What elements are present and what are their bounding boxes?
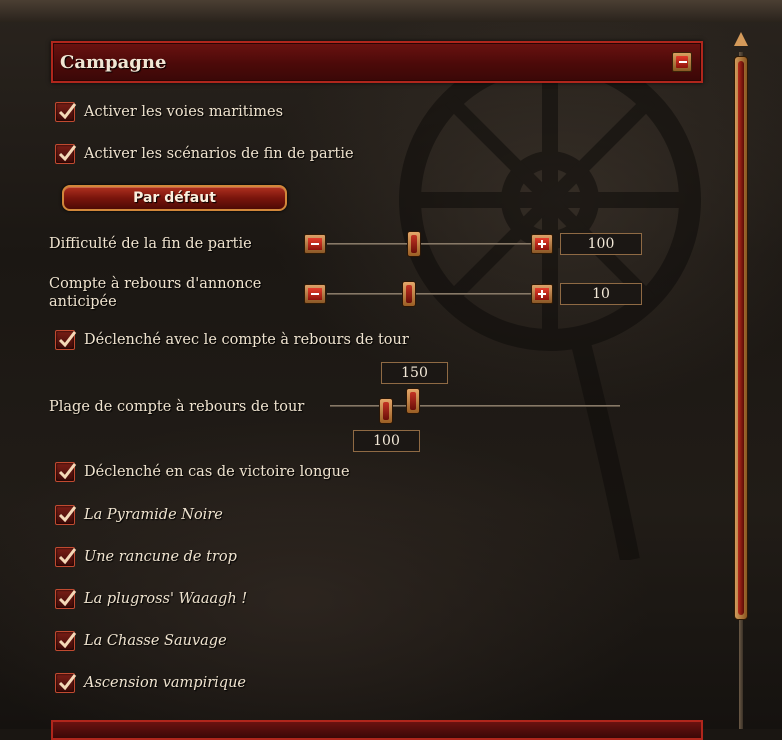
collapse-button[interactable]: [672, 52, 692, 72]
scenario-label: La Pyramide Noire: [84, 507, 223, 523]
checkbox-row-long-victory[interactable]: Déclenché en cas de victoire longue: [55, 461, 350, 483]
slider-value[interactable]: 10: [560, 283, 642, 305]
slider-label-line2: anticipée: [49, 294, 117, 310]
checkmark-icon: [58, 463, 77, 480]
slider-label-endgame-difficulty: Difficulté de la fin de partie: [49, 236, 252, 252]
checkbox-row-turn-countdown[interactable]: Déclenché avec le compte à rebours de to…: [55, 329, 409, 351]
checkbox-scenario[interactable]: [55, 547, 77, 567]
range-min-thumb[interactable]: [379, 398, 393, 424]
checkbox-label: Activer les scénarios de fin de partie: [84, 146, 354, 162]
checkbox-scenario[interactable]: [55, 673, 77, 693]
campaign-section-header[interactable]: Campagne: [51, 41, 703, 83]
slider-label-countdown: Compte à rebours d'annonce anticipée: [49, 275, 261, 311]
scenario-label: Une rancune de trop: [84, 549, 237, 565]
scenario-label: La Chasse Sauvage: [84, 633, 227, 649]
scenario-label: Ascension vampirique: [84, 675, 246, 691]
minus-icon: [311, 243, 319, 245]
slider-value[interactable]: 100: [560, 233, 642, 255]
checkbox-label: Déclenché en cas de victoire longue: [84, 464, 350, 480]
checkbox-scenario[interactable]: [55, 631, 77, 651]
slider-label-line1: Compte à rebours d'annonce: [49, 276, 262, 292]
decrease-button[interactable]: [304, 234, 326, 254]
range-slider-label: Plage de compte à rebours de tour: [49, 399, 305, 415]
slider-track[interactable]: [327, 293, 532, 295]
checkbox-scenario[interactable]: [55, 505, 77, 525]
default-button[interactable]: Par défaut: [62, 185, 287, 211]
next-section-header[interactable]: [51, 720, 703, 740]
checkmark-icon: [58, 590, 77, 607]
decrease-button[interactable]: [304, 284, 326, 304]
checkbox-row-scenario[interactable]: La Pyramide Noire: [55, 504, 223, 526]
scenario-label: La plugross' Waaagh !: [84, 591, 248, 607]
scrollbar-thumb[interactable]: [734, 56, 748, 620]
checkmark-icon: [58, 145, 77, 162]
range-min-value[interactable]: 100: [353, 430, 420, 452]
slider-thumb[interactable]: [402, 281, 416, 307]
checkbox-endgame-scenarios[interactable]: [55, 144, 77, 164]
checkmark-icon: [58, 331, 77, 348]
checkbox-row-sea-lanes[interactable]: Activer les voies maritimes: [55, 101, 283, 123]
slider-track[interactable]: [327, 243, 532, 245]
checkmark-icon: [58, 103, 77, 120]
arrow-up-icon[interactable]: [734, 32, 748, 46]
minus-icon: [311, 293, 319, 295]
increase-button[interactable]: [531, 234, 553, 254]
checkbox-turn-countdown[interactable]: [55, 330, 77, 350]
increase-button[interactable]: [531, 284, 553, 304]
checkmark-icon: [58, 506, 77, 523]
range-max-thumb[interactable]: [406, 388, 420, 414]
checkbox-label: Activer les voies maritimes: [84, 104, 284, 120]
checkmark-icon: [58, 632, 77, 649]
slider-thumb[interactable]: [407, 231, 421, 257]
checkbox-label: Déclenché avec le compte à rebours de to…: [84, 332, 409, 348]
checkbox-row-scenario[interactable]: La Chasse Sauvage: [55, 630, 227, 652]
range-slider-track[interactable]: [330, 405, 620, 407]
range-max-value[interactable]: 150: [381, 362, 448, 384]
checkbox-scenario[interactable]: [55, 589, 77, 609]
checkbox-long-victory[interactable]: [55, 462, 77, 482]
checkbox-sea-lanes[interactable]: [55, 102, 77, 122]
background-top-strip: [0, 0, 782, 22]
minus-icon: [679, 61, 687, 63]
checkbox-row-scenario[interactable]: La plugross' Waaagh !: [55, 588, 247, 610]
checkmark-icon: [58, 548, 77, 565]
checkbox-row-scenario[interactable]: Ascension vampirique: [55, 672, 246, 694]
checkmark-icon: [58, 674, 77, 691]
checkbox-row-scenario[interactable]: Une rancune de trop: [55, 546, 237, 568]
checkbox-row-endgame-scenarios[interactable]: Activer les scénarios de fin de partie: [55, 143, 354, 165]
section-title: Campagne: [60, 52, 167, 73]
